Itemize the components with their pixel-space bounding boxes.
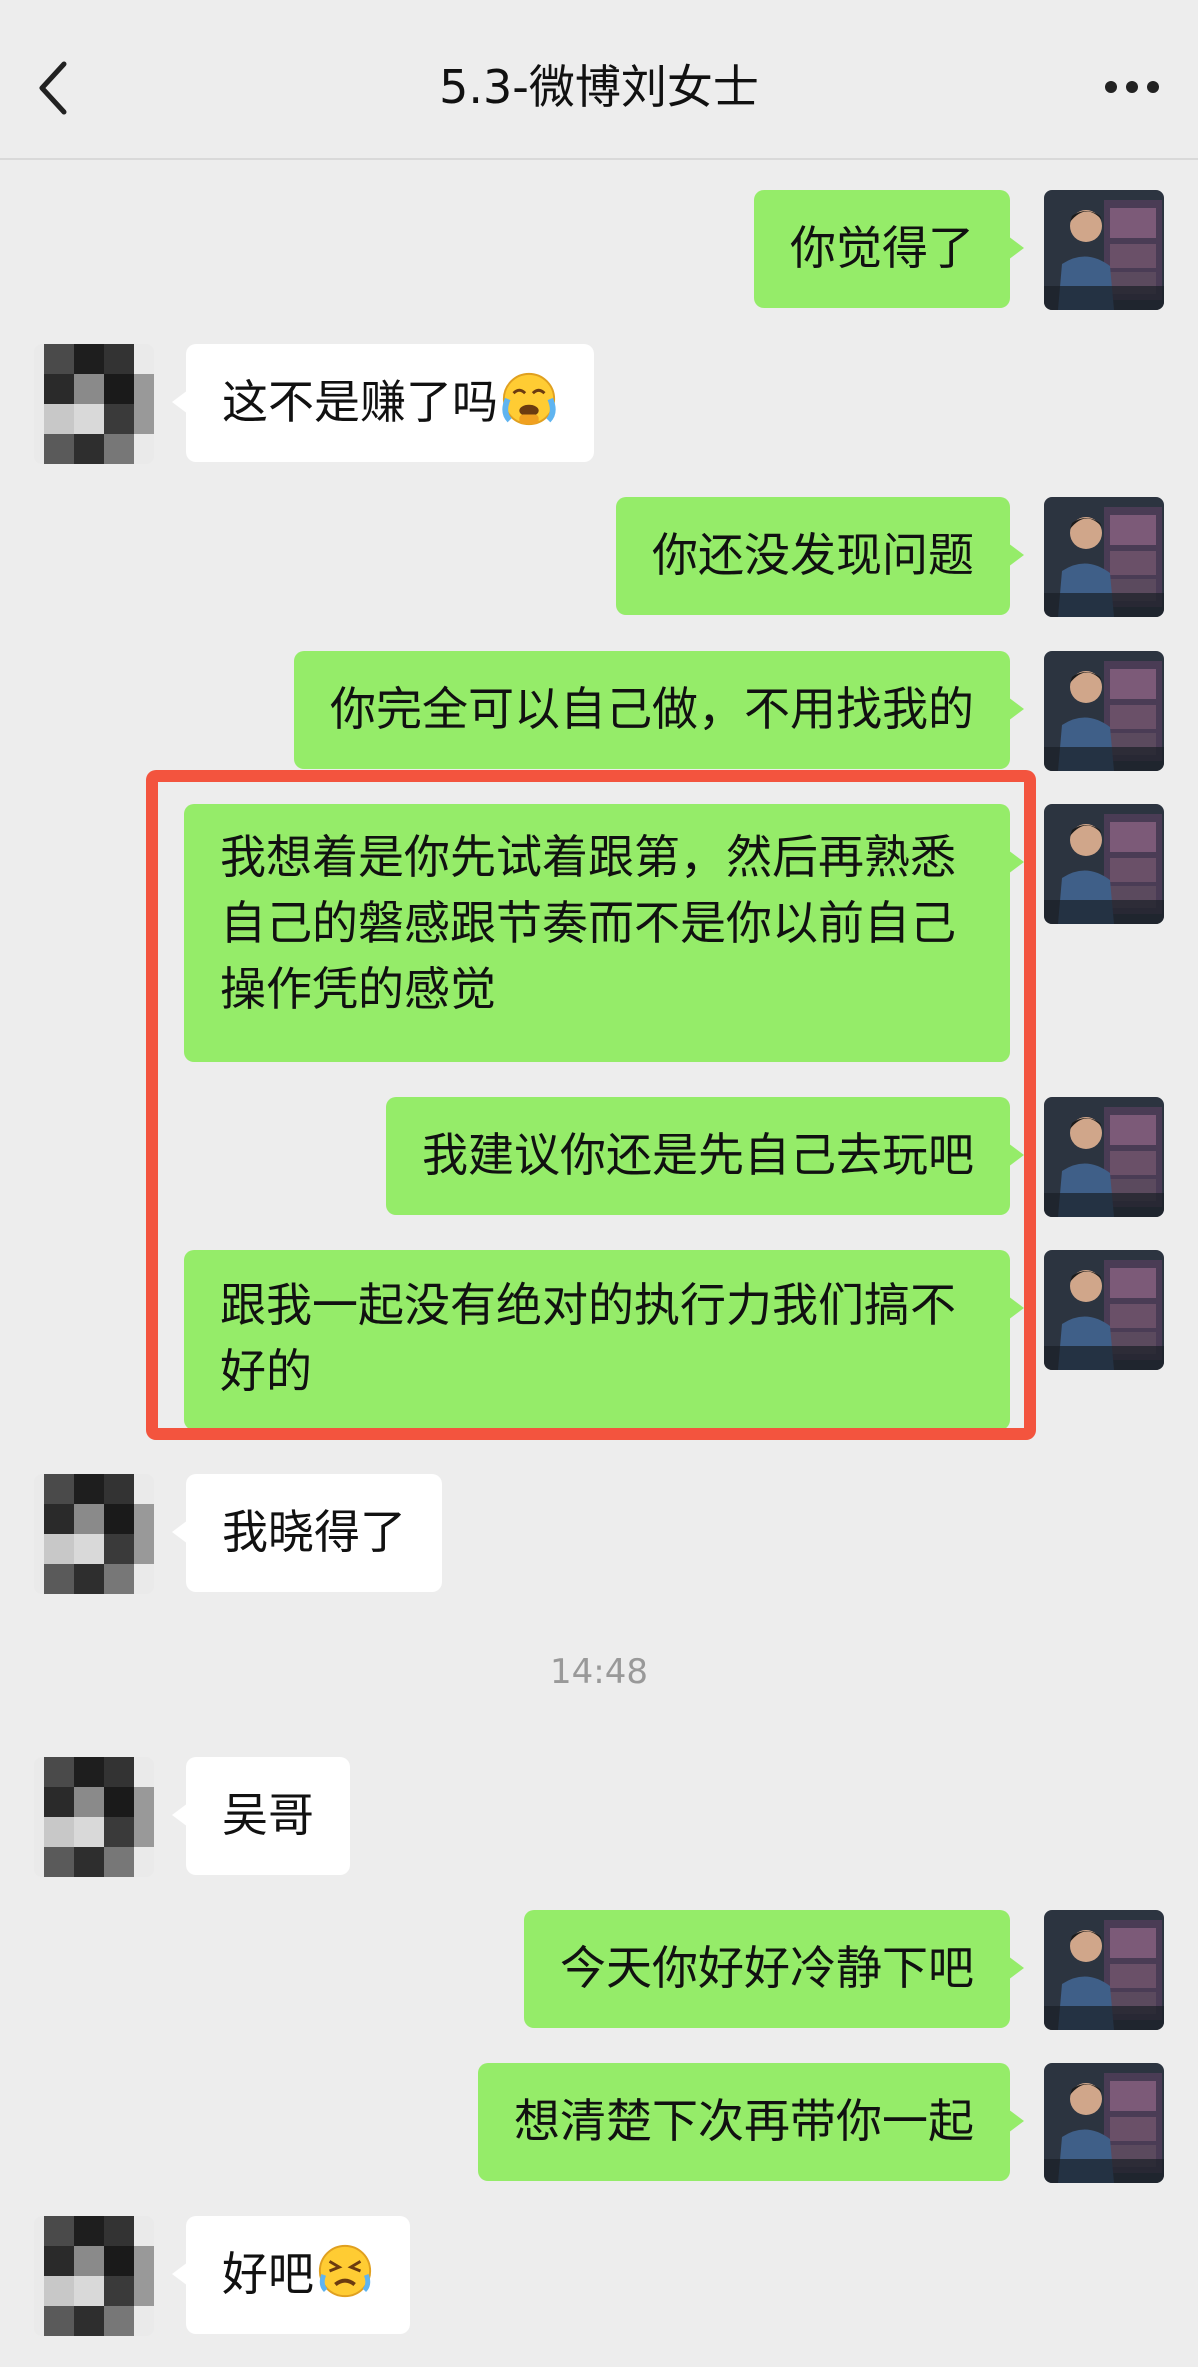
message-row: 今天你好好冷静下吧 <box>0 1910 1198 2030</box>
message-text: 吴哥 <box>222 1788 314 1842</box>
my-message-bubble[interactable]: 你还没发现问题 <box>616 497 1024 615</box>
message-text: 好吧 <box>222 2247 314 2301</box>
my-avatar[interactable] <box>1044 651 1164 771</box>
face-with-tears-emoji <box>502 372 556 426</box>
my-message-bubble[interactable]: 你觉得了 <box>754 190 1024 308</box>
my-avatar[interactable] <box>1044 1250 1164 1370</box>
message-row: 你还没发现问题 <box>0 497 1198 617</box>
my-avatar[interactable] <box>1044 1910 1164 2030</box>
contact-avatar[interactable] <box>34 344 154 464</box>
message-text: 你还没发现问题 <box>652 528 974 582</box>
my-avatar[interactable] <box>1044 804 1164 924</box>
message-text: 这不是赚了吗 <box>222 375 498 429</box>
chat-title: 5.3-微博刘女士 <box>439 60 759 114</box>
message-row: 你完全可以自己做，不用找我的 <box>0 651 1198 771</box>
contact-avatar[interactable] <box>34 1474 154 1594</box>
contact-message-bubble[interactable]: 这不是赚了吗 <box>172 344 594 462</box>
my-message-bubble[interactable]: 今天你好好冷静下吧 <box>524 1910 1024 2028</box>
message-text: 你完全可以自己做，不用找我的 <box>330 682 974 736</box>
contact-message-bubble[interactable]: 我晓得了 <box>172 1474 442 1592</box>
message-row: 想清楚下次再带你一起 <box>0 2063 1198 2183</box>
message-text: 你觉得了 <box>790 221 974 275</box>
message-row: 我晓得了 <box>0 1474 1198 1594</box>
message-row: 好吧 <box>0 2216 1198 2336</box>
contact-message-bubble[interactable]: 吴哥 <box>172 1757 350 1875</box>
my-avatar[interactable] <box>1044 2063 1164 2183</box>
highlight-box <box>146 770 1036 1440</box>
timestamp: 14:48 <box>550 1652 648 1692</box>
message-text: 我晓得了 <box>222 1505 406 1559</box>
message-row: 这不是赚了吗 <box>0 344 1198 464</box>
message-row: 吴哥 <box>0 1757 1198 1877</box>
contact-avatar[interactable] <box>34 2216 154 2336</box>
my-message-bubble[interactable]: 想清楚下次再带你一起 <box>478 2063 1024 2181</box>
message-text: 想清楚下次再带你一起 <box>514 2094 974 2148</box>
my-message-bubble[interactable]: 你完全可以自己做，不用找我的 <box>294 651 1024 769</box>
tired-face-emoji <box>318 2244 372 2298</box>
my-avatar[interactable] <box>1044 190 1164 310</box>
message-row: 你觉得了 <box>0 190 1198 310</box>
more-dots-icon[interactable] <box>1104 80 1160 94</box>
my-avatar[interactable] <box>1044 1097 1164 1217</box>
contact-avatar[interactable] <box>34 1757 154 1877</box>
my-avatar[interactable] <box>1044 497 1164 617</box>
message-text: 今天你好好冷静下吧 <box>560 1941 974 1995</box>
contact-message-bubble[interactable]: 好吧 <box>172 2216 410 2334</box>
chat-header: 5.3-微博刘女士 <box>0 0 1198 160</box>
